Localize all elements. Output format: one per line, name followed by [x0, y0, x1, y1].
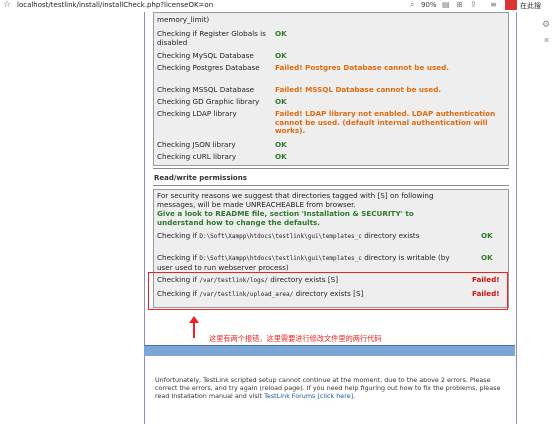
check-status: OK — [275, 29, 287, 38]
browser-sidebar: ⚙ ≣ — [515, 12, 553, 424]
row-suffix: directory exists — [364, 231, 420, 240]
install-check-page: memory_limit) Checking if Register Globa… — [144, 12, 517, 424]
menu-icon[interactable]: ≡ — [490, 0, 497, 9]
annotation-text: 这里有两个报错，这里需要进行修改文件里的两行代码 — [209, 334, 382, 343]
search-box[interactable]: 在此搜 — [520, 1, 541, 11]
section-band — [144, 345, 515, 356]
sidebar-tool-icon[interactable]: ⚙ — [542, 20, 550, 30]
search-engine-icon[interactable] — [505, 0, 517, 10]
divider — [153, 168, 509, 169]
check-label: Checking LDAP library — [157, 109, 237, 118]
permission-status: OK — [481, 231, 493, 240]
error-highlight-box — [148, 272, 508, 310]
check-label: memory_limit) — [157, 15, 210, 24]
check-status: OK — [275, 152, 287, 161]
arrow-up-icon — [189, 316, 199, 338]
left-margin — [0, 12, 144, 424]
readme-advice: Give a look to README file, section 'Ins… — [157, 209, 414, 227]
dir-path: D:\Soft\Xampp\htdocs\testlink\gui\templa… — [199, 233, 362, 240]
browser-toolbar: ☆ localhost/testlink/install/installChec… — [0, 0, 553, 12]
row-prefix: Checking if — [157, 231, 198, 240]
extensions-icon[interactable]: ⊞ — [456, 0, 463, 9]
check-label: Checking MSSQL Database — [157, 85, 255, 94]
permission-status: OK — [481, 253, 493, 262]
zoom-level[interactable]: 90% — [421, 1, 437, 9]
check-status: Failed! LDAP library not enabled. LDAP a… — [275, 109, 496, 136]
magnifier-icon[interactable]: ⌕ — [410, 0, 414, 10]
check-label: Checking GD Graphic library — [157, 97, 260, 106]
dir-path: D:\Soft\Xampp\htdocs\testlink\gui\templa… — [199, 255, 362, 262]
section-title: Read/write permissions — [154, 174, 247, 182]
check-status: OK — [275, 51, 287, 60]
permission-row: Checking if D:\Soft\Xampp\htdocs\testlin… — [157, 231, 457, 242]
setup-error-message: Unfortunately, TestLink scripted setup c… — [155, 376, 505, 400]
address-bar[interactable]: localhost/testlink/install/installCheck.… — [17, 1, 213, 9]
share-icon[interactable]: ⇪ — [470, 0, 477, 9]
bookmark-star-icon[interactable]: ☆ — [3, 1, 11, 10]
check-status: OK — [275, 97, 287, 106]
check-label: Checking MySQL Database — [157, 51, 254, 60]
system-checks-box: memory_limit) Checking if Register Globa… — [153, 12, 509, 166]
footer-end: . — [353, 392, 356, 400]
check-label: Checking Postgres Database — [157, 63, 260, 72]
sidebar-handle-icon[interactable]: ≣ — [544, 37, 549, 44]
check-label: Checking cURL library — [157, 152, 237, 161]
security-note: For security reasons we suggest that dir… — [157, 191, 434, 209]
check-status: Failed! MSSQL Database cannot be used. — [275, 85, 442, 94]
reader-icon[interactable]: ▤ — [442, 0, 450, 9]
divider — [153, 185, 509, 186]
forums-link[interactable]: TestLink Forums [click here] — [264, 392, 353, 400]
check-status: OK — [275, 140, 287, 149]
check-label: Checking if Register Globals is disabled — [157, 29, 266, 47]
row-prefix: Checking if — [157, 253, 198, 262]
check-label: Checking JSON library — [157, 140, 236, 149]
permission-row: Checking if D:\Soft\Xampp\htdocs\testlin… — [157, 253, 457, 272]
check-status: Failed! Postgres Database cannot be used… — [275, 63, 449, 72]
